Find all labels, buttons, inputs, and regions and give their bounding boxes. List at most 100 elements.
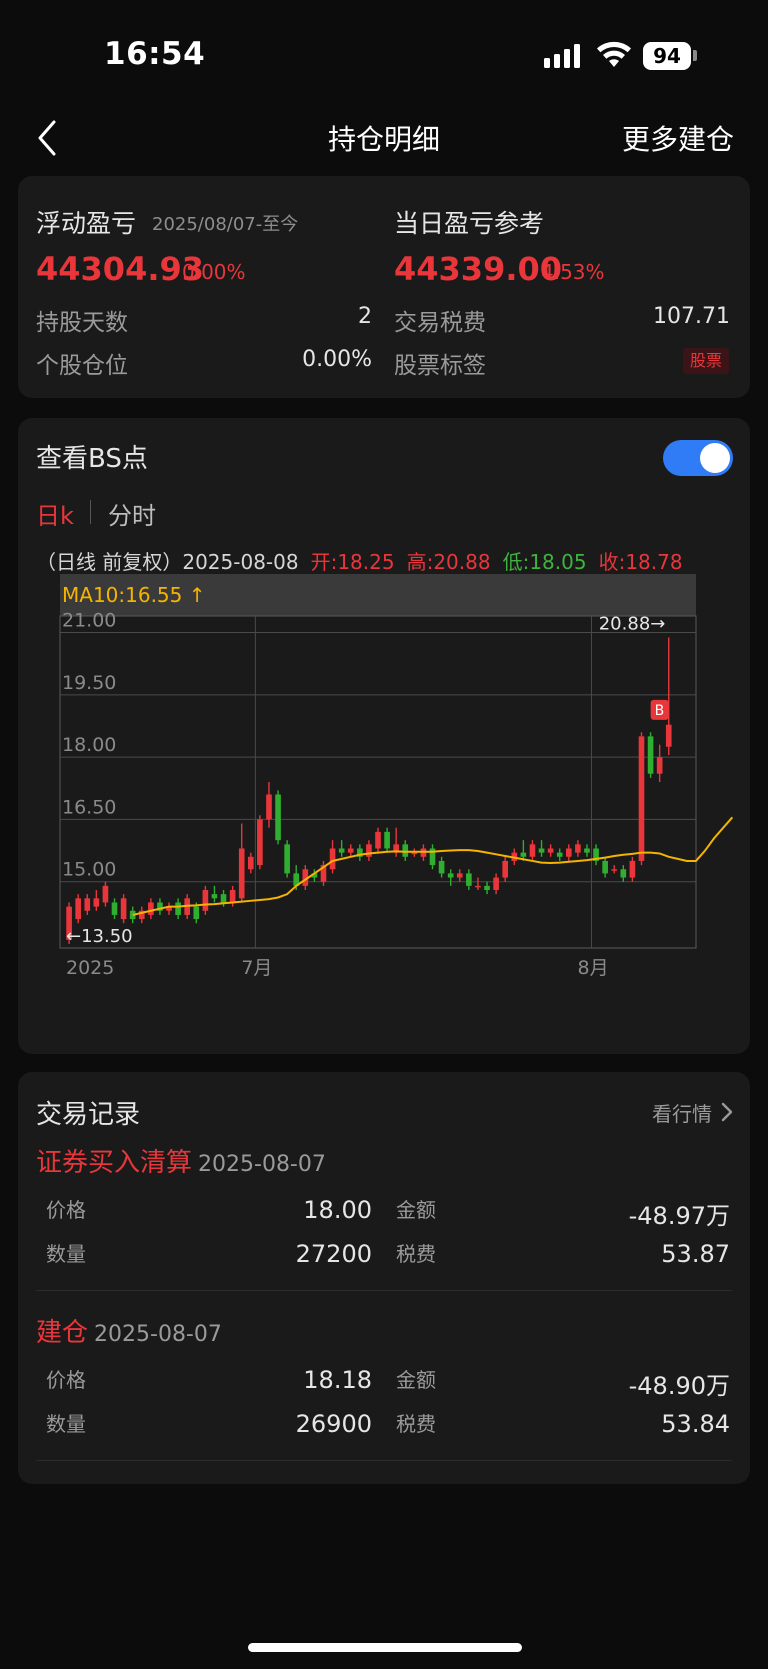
chevron-right-icon[interactable]	[720, 1102, 734, 1122]
buy-marker-label: B	[655, 703, 665, 719]
candle-body	[456, 873, 463, 878]
candle-body	[175, 902, 181, 915]
candle-body	[284, 844, 290, 874]
candle-body	[347, 848, 354, 853]
add-position-button[interactable]: 更多建仓	[622, 118, 734, 158]
candle-body	[656, 757, 663, 774]
price-label: 价格	[46, 1198, 86, 1222]
x-tick-label: 7月	[241, 957, 272, 979]
candle-body	[193, 906, 200, 920]
candle-body	[120, 898, 127, 920]
x-tick-label: 2025	[66, 957, 114, 979]
price-value: 18.00	[303, 1196, 372, 1224]
trade-records-title: 交易记录	[36, 1100, 141, 1130]
candle-body	[275, 794, 281, 841]
view-market-link[interactable]: 看行情	[652, 1098, 712, 1127]
y-tick-label: 21.00	[62, 610, 116, 632]
candle-body	[75, 898, 81, 920]
trade-records-card: 交易记录 看行情 证券买入清算 2025-08-07 价格 18.00 金额 -4…	[18, 1072, 750, 1484]
quantity-label: 数量	[46, 1412, 86, 1436]
candle-body	[366, 844, 372, 857]
y-tick-label: 19.50	[62, 672, 116, 694]
candle-body	[584, 848, 590, 853]
quantity-label: 数量	[46, 1242, 86, 1266]
candle-body	[466, 873, 472, 886]
quantity-value: 27200	[295, 1240, 372, 1268]
amount-value: -48.90万	[628, 1372, 730, 1400]
record-divider	[36, 1290, 732, 1291]
candle-body	[547, 848, 554, 853]
candle-body	[93, 898, 100, 907]
price-value: 18.18	[303, 1366, 372, 1394]
daily-pnl-pct: 4.53%	[541, 260, 605, 284]
floating-pnl-pct: 0.00%	[182, 260, 246, 284]
candle-body	[502, 860, 509, 878]
battery-tip	[693, 50, 697, 61]
position-ratio-label: 个股仓位	[36, 353, 128, 379]
status-time: 16:54	[104, 36, 206, 72]
tab-intraday[interactable]: 分时	[108, 496, 156, 531]
fee-value: 53.87	[661, 1240, 730, 1268]
candle-body	[229, 890, 236, 903]
cellular-signal-icon	[544, 44, 580, 68]
y-tick-label: 15.00	[62, 859, 116, 881]
toggle-knob	[700, 443, 730, 473]
candle-body	[538, 848, 545, 853]
record-type-label: 建仓	[36, 1318, 89, 1348]
candle-body	[611, 869, 618, 871]
candle-body	[602, 860, 608, 874]
record-date: 2025-08-07	[94, 1322, 222, 1347]
candle-body	[102, 885, 109, 903]
y-tick-label: 16.50	[62, 796, 116, 818]
price-label: 价格	[46, 1368, 86, 1392]
fee-label: 税费	[396, 1242, 436, 1266]
candle-body	[529, 844, 536, 857]
record-type: 建仓 2025-08-07	[36, 1312, 222, 1349]
candle-body	[629, 860, 636, 878]
ohlc-close: 收:18.78	[598, 550, 683, 574]
home-indicator[interactable]	[248, 1643, 522, 1652]
ma10-label: MA10:16.55 ↑	[62, 583, 206, 607]
fee-value: 53.84	[661, 1410, 730, 1438]
tab-divider	[90, 500, 91, 524]
fee-label: 税费	[396, 1412, 436, 1436]
stock-tag-badge: 股票	[683, 348, 729, 374]
candle-body	[238, 848, 245, 899]
wifi-icon	[597, 41, 631, 67]
candle-body	[384, 831, 390, 849]
pnl-summary-card: 浮动盈亏 2025/08/07-至今 44304.93 0.00% 当日盈亏参考…	[18, 176, 750, 398]
ohlc-low: 低:18.05	[502, 550, 587, 574]
candle-body	[475, 885, 481, 888]
candle-body	[620, 869, 627, 878]
candlestick-chart[interactable]: MA10:16.55 ↑ 21.00 19.50 18.00 16.50 15.00 202…	[40, 574, 744, 994]
record-type-label: 证券买入清算	[36, 1148, 193, 1178]
x-tick-label: 8月	[578, 957, 609, 979]
stock-tag-label: 股票标签	[394, 353, 486, 379]
floating-pnl-label: 浮动盈亏	[36, 209, 137, 238]
candle-body	[556, 852, 563, 857]
chart-frame	[59, 615, 697, 949]
tab-daily-k[interactable]: 日k	[36, 496, 74, 531]
high-annotation: 20.88→	[599, 614, 666, 635]
candle-body	[148, 902, 154, 915]
bs-points-toggle[interactable]	[663, 440, 733, 476]
ohlc-open: 开:18.25	[310, 550, 395, 574]
hold-days-label: 持股天数	[36, 310, 128, 336]
status-bar: 16:54 94	[0, 0, 768, 100]
y-tick-label: 18.00	[62, 734, 116, 756]
floating-pnl-since: 2025/08/07-至今	[152, 214, 299, 235]
ohlc-date: （日线 前复权）2025-08-08	[36, 550, 299, 574]
candle-body	[565, 848, 572, 857]
candle-body	[257, 819, 263, 866]
candle-body	[447, 873, 454, 878]
ohlc-readout: （日线 前复权）2025-08-08 开:18.25 高:20.88 低:18.05 收…	[36, 546, 683, 575]
record-type: 证券买入清算 2025-08-07	[36, 1142, 326, 1179]
candle-body	[402, 844, 409, 857]
amount-label: 金额	[396, 1198, 436, 1222]
candle-body	[338, 848, 345, 853]
candle-body	[575, 844, 581, 853]
daily-pnl-value: 44339.00	[394, 250, 563, 288]
candle-body	[520, 852, 527, 857]
candle-body	[665, 724, 672, 747]
candle-body	[84, 898, 91, 911]
